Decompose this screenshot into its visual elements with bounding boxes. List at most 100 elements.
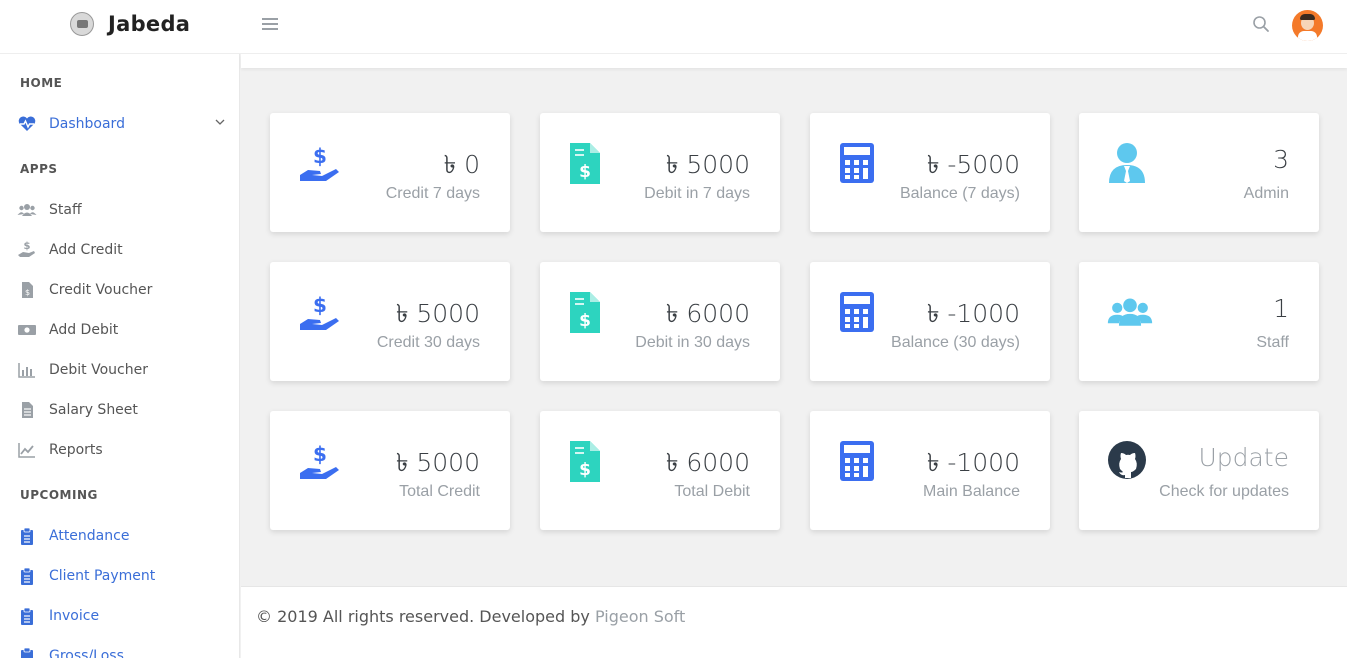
money-bill-icon: [18, 325, 36, 335]
sidebar-item-add-credit[interactable]: $ Add Credit: [0, 233, 239, 267]
calculator-icon: [840, 441, 874, 481]
sidebar-item-label: Dashboard: [49, 116, 125, 132]
svg-text:$: $: [313, 293, 327, 317]
svg-text:$: $: [25, 288, 30, 297]
heartbeat-icon: [18, 116, 36, 131]
card-credit-30-days[interactable]: $ ৳ 5000 Credit 30 days: [270, 262, 510, 381]
sidebar-item-client-payment[interactable]: Client Payment: [0, 559, 239, 593]
card-update[interactable]: Update Check for updates: [1079, 411, 1319, 530]
clipboard-icon: [21, 607, 33, 625]
card-value: ৳ 0: [443, 150, 480, 179]
sidebar: HOME Dashboard APPS Staff $ Add Credit $…: [0, 54, 240, 658]
sidebar-item-attendance[interactable]: Attendance: [0, 519, 239, 553]
card-caption: Total Debit: [674, 483, 750, 500]
clipboard-icon: [21, 647, 33, 658]
menu-toggle-icon[interactable]: [262, 18, 278, 31]
sidebar-item-label: Credit Voucher: [49, 282, 153, 298]
users-icon: [17, 204, 37, 216]
card-value: ৳ -1000: [926, 299, 1020, 328]
sidebar-item-invoice[interactable]: Invoice: [0, 599, 239, 633]
sidebar-item-debit-voucher[interactable]: Debit Voucher: [0, 353, 239, 387]
invoice-dollar-icon: $: [570, 292, 600, 333]
hand-dollar-icon: $: [300, 144, 339, 181]
sidebar-item-label: Invoice: [49, 608, 100, 624]
invoice-dollar-icon: $: [570, 441, 600, 482]
card-value: 3: [1273, 145, 1289, 174]
footer: © 2019 All rights reserved. Developed by…: [241, 586, 1347, 658]
sidebar-item-label: Add Credit: [49, 242, 123, 258]
sidebar-item-label: Staff: [49, 202, 82, 218]
card-value: 1: [1273, 294, 1289, 323]
card-caption: Credit 30 days: [376, 334, 480, 351]
copyright-text: © 2019 All rights reserved. Developed by: [256, 607, 595, 626]
sidebar-item-label: Attendance: [49, 528, 130, 544]
card-value: ৳ 5000: [395, 299, 480, 328]
content-header-strip: [241, 54, 1347, 68]
hand-dollar-icon: $: [18, 241, 35, 257]
svg-text:$: $: [313, 442, 327, 466]
card-caption: Debit in 7 days: [644, 185, 750, 202]
card-caption: Credit 7 days: [385, 185, 480, 202]
line-chart-icon: [18, 443, 35, 458]
card-caption: Staff: [1256, 334, 1289, 351]
sidebar-item-label: Gross/Loss: [49, 648, 124, 658]
section-heading-apps: APPS: [20, 162, 58, 176]
card-caption: Check for updates: [1159, 483, 1289, 500]
clipboard-icon: [21, 527, 33, 545]
section-heading-home: HOME: [20, 76, 63, 90]
sidebar-item-credit-voucher[interactable]: $ Credit Voucher: [0, 273, 239, 307]
card-caption: Admin: [1243, 185, 1289, 202]
card-value: ৳ -1000: [926, 448, 1020, 477]
card-caption: Total Credit: [399, 483, 480, 500]
card-caption: Balance (7 days): [899, 185, 1020, 202]
card-admin[interactable]: 3 Admin: [1079, 113, 1319, 232]
footer-text: © 2019 All rights reserved. Developed by…: [256, 607, 685, 626]
sidebar-item-salary-sheet[interactable]: Salary Sheet: [0, 393, 239, 427]
brand-name: Jabeda: [108, 12, 191, 36]
sidebar-item-label: Reports: [49, 442, 103, 458]
card-debit-7-days[interactable]: $ ৳ 5000 Debit in 7 days: [540, 113, 780, 232]
document-icon: [22, 402, 33, 418]
sidebar-item-reports[interactable]: Reports: [0, 433, 239, 467]
card-value: ৳ -5000: [926, 150, 1020, 179]
card-value: ৳ 6000: [665, 299, 750, 328]
calculator-icon: [840, 292, 874, 332]
card-balance-30-days[interactable]: ৳ -1000 Balance (30 days): [810, 262, 1050, 381]
sidebar-item-label: Debit Voucher: [49, 362, 148, 378]
svg-text:$: $: [579, 311, 591, 331]
sidebar-item-dashboard[interactable]: Dashboard: [0, 107, 239, 141]
card-debit-30-days[interactable]: $ ৳ 6000 Debit in 30 days: [540, 262, 780, 381]
sidebar-item-label: Salary Sheet: [49, 402, 138, 418]
card-value: ৳ 5000: [395, 448, 480, 477]
sidebar-item-add-debit[interactable]: Add Debit: [0, 313, 239, 347]
svg-text:$: $: [24, 241, 31, 252]
section-heading-upcoming: UPCOMING: [20, 488, 98, 502]
calculator-icon: [840, 143, 874, 183]
card-staff[interactable]: 1 Staff: [1079, 262, 1319, 381]
invoice-dollar-icon: $: [570, 143, 600, 184]
card-caption: Balance (30 days): [891, 334, 1020, 351]
sidebar-item-staff[interactable]: Staff: [0, 193, 239, 227]
card-total-credit[interactable]: $ ৳ 5000 Total Credit: [270, 411, 510, 530]
chevron-down-icon: [215, 119, 225, 125]
invoice-icon: $: [22, 282, 33, 298]
brand-logo: [70, 12, 94, 36]
developer-link[interactable]: Pigeon Soft: [595, 607, 685, 626]
user-avatar[interactable]: [1292, 10, 1323, 41]
card-credit-7-days[interactable]: $ ৳ 0 Credit 7 days: [270, 113, 510, 232]
github-icon: [1108, 441, 1146, 479]
user-tie-icon: [1109, 143, 1145, 183]
users-icon: [1107, 298, 1153, 326]
card-value: Update: [1198, 443, 1289, 472]
search-icon[interactable]: [1252, 15, 1270, 33]
card-main-balance[interactable]: ৳ -1000 Main Balance: [810, 411, 1050, 530]
card-balance-7-days[interactable]: ৳ -5000 Balance (7 days): [810, 113, 1050, 232]
clipboard-icon: [21, 567, 33, 585]
card-total-debit[interactable]: $ ৳ 6000 Total Debit: [540, 411, 780, 530]
sidebar-item-label: Client Payment: [49, 568, 156, 584]
brand[interactable]: Jabeda: [70, 12, 190, 36]
sidebar-item-gross-loss[interactable]: Gross/Loss: [0, 639, 239, 658]
card-value: ৳ 5000: [665, 150, 750, 179]
hand-dollar-icon: $: [300, 442, 339, 479]
hand-dollar-icon: $: [300, 293, 339, 330]
